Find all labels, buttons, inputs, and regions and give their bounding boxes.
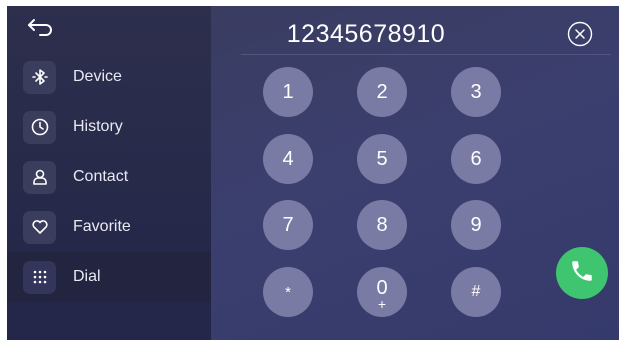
key-2[interactable]: 2 — [357, 67, 407, 117]
sidebar-item-label: History — [73, 118, 123, 135]
key-star[interactable]: * — [263, 267, 313, 317]
key-4[interactable]: 4 — [263, 134, 313, 184]
heart-icon — [23, 210, 56, 244]
key-label: 5 — [376, 147, 388, 170]
sidebar-item-favorite[interactable]: Favorite — [7, 202, 211, 252]
sidebar-item-device[interactable]: Device — [7, 52, 211, 102]
divider — [241, 54, 611, 55]
key-label: 8 — [376, 213, 388, 236]
sidebar-item-contact[interactable]: Contact — [7, 152, 211, 202]
dialed-number: 12345678910 — [286, 19, 446, 48]
phone-icon — [569, 258, 595, 289]
sidebar-item-label: Favorite — [73, 218, 131, 235]
key-7[interactable]: 7 — [263, 200, 313, 250]
key-label: 4 — [282, 147, 294, 170]
key-label: 9 — [470, 213, 482, 236]
sidebar-item-dial[interactable]: Dial — [7, 252, 211, 302]
key-label: 6 — [470, 147, 482, 170]
sidebar-item-label: Dial — [73, 268, 101, 285]
keypad-icon — [23, 260, 56, 294]
key-sublabel: + — [377, 296, 387, 312]
key-label: 3 — [470, 80, 482, 103]
key-label: * — [285, 283, 291, 301]
key-label: # — [471, 283, 481, 300]
key-hash[interactable]: # — [451, 267, 501, 317]
bluetooth-icon — [23, 60, 56, 94]
key-9[interactable]: 9 — [451, 200, 501, 250]
back-arrow-icon — [26, 17, 54, 42]
sidebar: Device History Contact Favorite Dial — [7, 6, 211, 340]
key-3[interactable]: 3 — [451, 67, 501, 117]
key-label: 1 — [282, 80, 294, 103]
key-6[interactable]: 6 — [451, 134, 501, 184]
person-icon — [23, 160, 56, 194]
clock-icon — [23, 110, 56, 144]
clear-circle-x-icon — [567, 21, 593, 51]
key-1[interactable]: 1 — [263, 67, 313, 117]
back-button[interactable] — [23, 16, 57, 42]
sidebar-item-label: Contact — [73, 168, 129, 185]
clear-button[interactable] — [567, 21, 593, 47]
key-5[interactable]: 5 — [357, 134, 407, 184]
sidebar-item-history[interactable]: History — [7, 102, 211, 152]
dial-panel: 12345678910 1 2 3 4 5 6 7 8 9 * 0 + # — [211, 6, 619, 340]
call-button[interactable] — [556, 247, 608, 299]
key-0[interactable]: 0 + — [357, 267, 407, 317]
key-label: 2 — [376, 80, 388, 103]
sidebar-item-label: Device — [73, 68, 122, 85]
key-label: 7 — [282, 213, 294, 236]
dialer-screen: Device History Contact Favorite Dial 123… — [7, 6, 619, 340]
key-8[interactable]: 8 — [357, 200, 407, 250]
